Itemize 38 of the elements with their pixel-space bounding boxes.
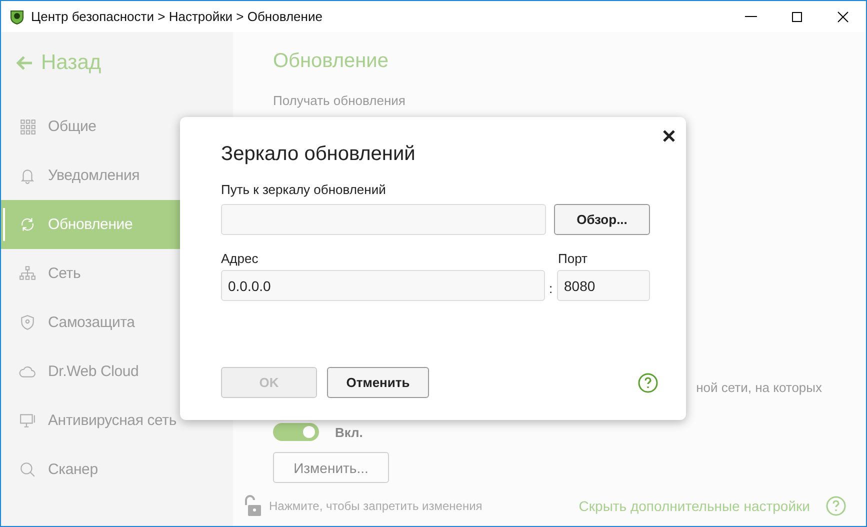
bell-icon: [19, 167, 36, 184]
field-label: Адрес: [221, 251, 258, 266]
field-label: Порт: [558, 251, 588, 266]
page-heading: Обновление: [273, 50, 390, 73]
sidebar-item[interactable]: Антивирусная сеть: [1, 396, 233, 445]
sidebar-item[interactable]: Сканер: [1, 445, 233, 494]
dialog-title: Зеркало обновлений: [221, 143, 416, 166]
search-icon: [19, 461, 36, 478]
toggle-label: Вкл.: [335, 424, 363, 440]
monitor-icon: [19, 412, 36, 429]
separator-text: :: [549, 281, 553, 296]
shield-icon: [19, 314, 36, 331]
path-field[interactable]: [221, 204, 546, 235]
address-field[interactable]: 0.0.0.0: [221, 270, 546, 301]
description-text: ной сети, на которых: [696, 380, 822, 395]
unlocked-lock-icon[interactable]: [243, 495, 261, 517]
close-icon[interactable]: [662, 129, 676, 143]
section-label: Получать обновления: [273, 93, 406, 108]
help-icon[interactable]: [638, 372, 658, 392]
toggle-switch[interactable]: [273, 423, 319, 441]
sidebar-item[interactable]: Самозащита: [1, 298, 233, 347]
browse-button[interactable]: Обзор...: [554, 204, 650, 235]
cancel-button[interactable]: Отменить: [327, 367, 429, 398]
lock-hint: Нажмите, чтобы запретить изменения: [269, 499, 484, 513]
close-icon: [837, 10, 849, 22]
grid-icon: [19, 118, 36, 135]
port-field[interactable]: 8080: [557, 270, 650, 301]
hide-settings-link[interactable]: Скрыть дополнительные настройки: [578, 498, 810, 514]
refresh-icon: [19, 216, 36, 233]
change-button[interactable]: Изменить...: [273, 452, 389, 483]
help-icon[interactable]: [826, 496, 846, 516]
arrow-left-icon: [15, 55, 33, 71]
network-icon: [19, 265, 36, 282]
window-title: Центр безопасности > Настройки > Обновление: [31, 9, 324, 24]
maximize-icon: [791, 10, 803, 22]
minimize-icon: [745, 16, 757, 17]
field-label: Путь к зеркалу обновлений: [221, 182, 387, 197]
back-button[interactable]: Назад: [1, 32, 102, 76]
